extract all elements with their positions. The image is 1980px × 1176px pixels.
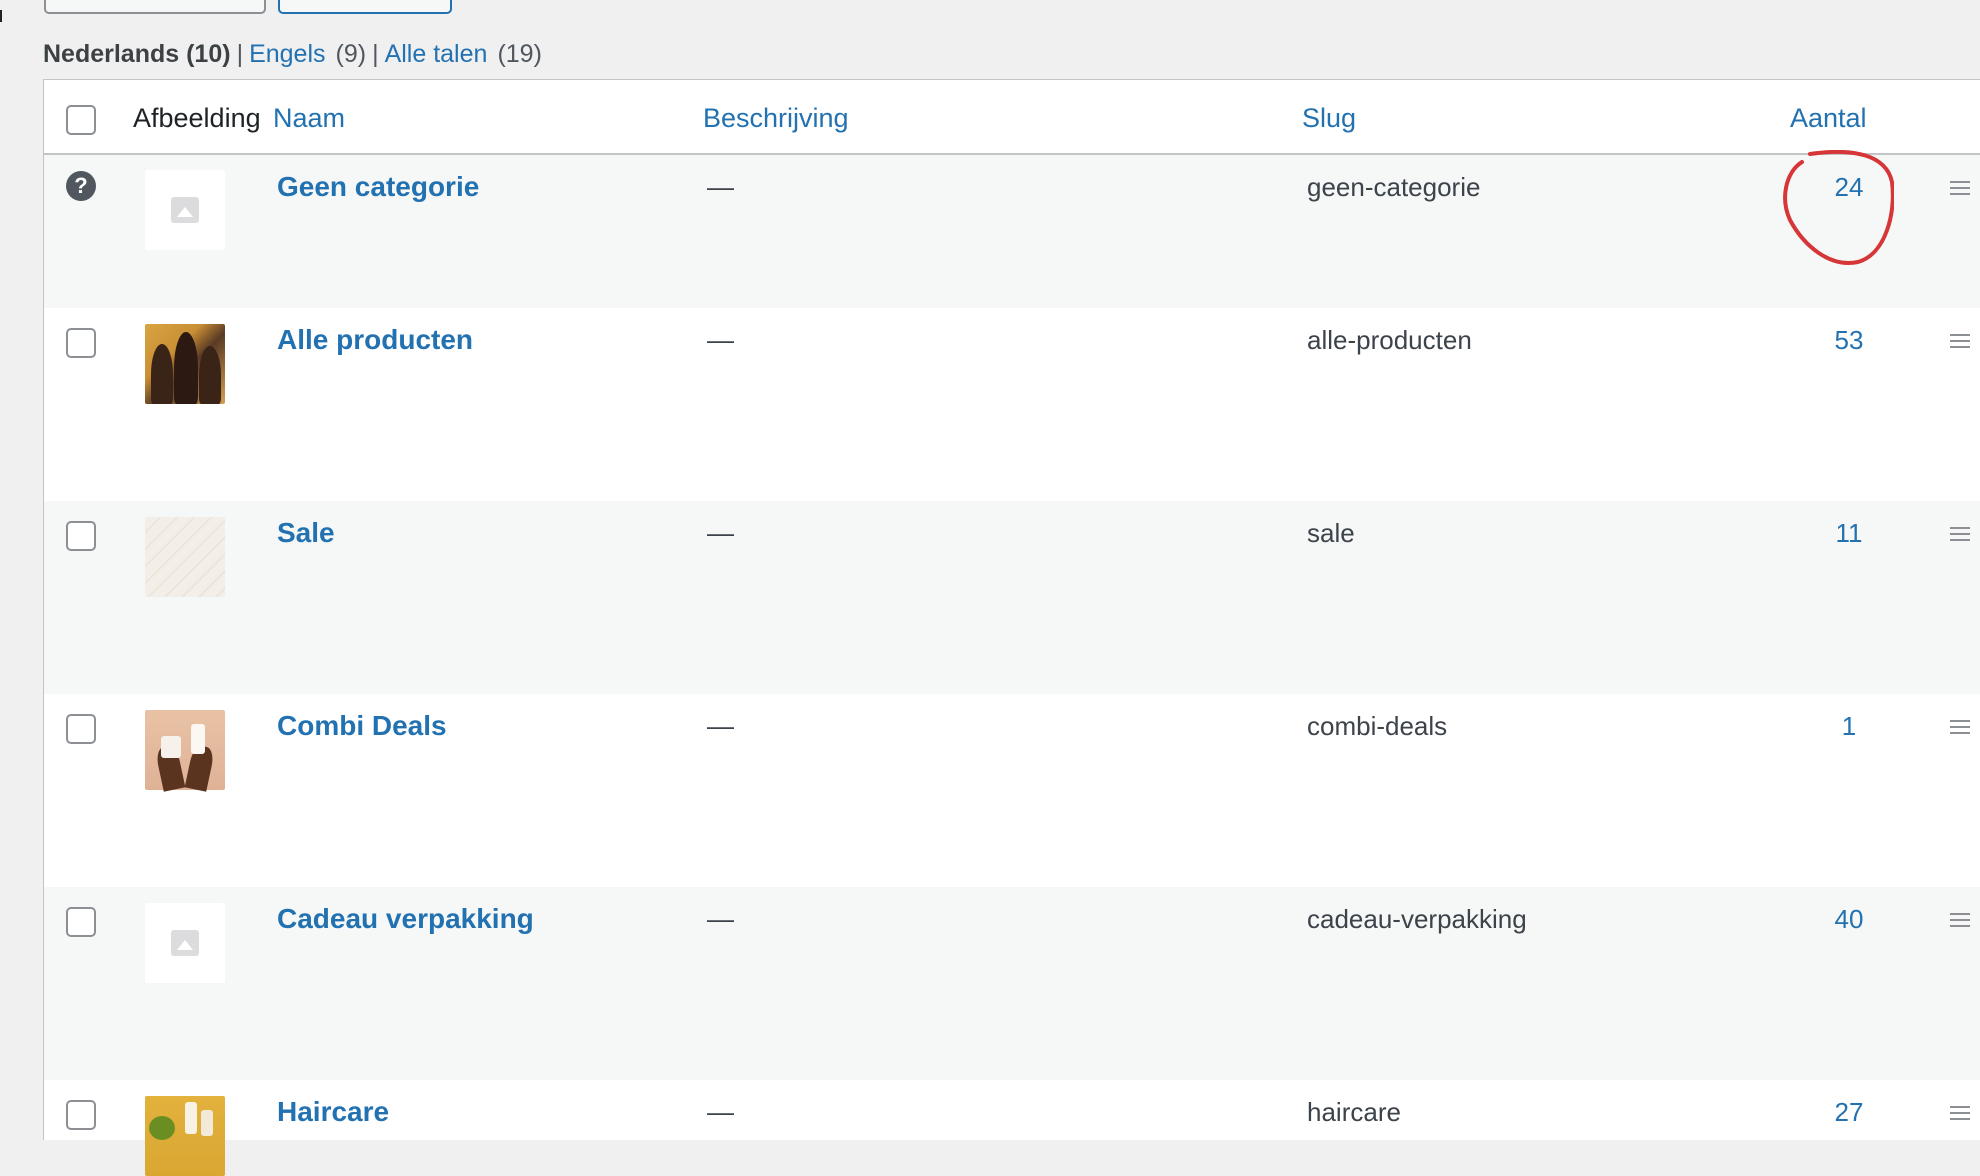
- category-name-link[interactable]: Haircare: [277, 1094, 389, 1130]
- category-slug: haircare: [1307, 1097, 1401, 1127]
- category-name-link[interactable]: Cadeau verpakking: [277, 901, 534, 937]
- separator: |: [236, 40, 244, 68]
- category-thumbnail: [145, 324, 225, 404]
- drag-handle-icon[interactable]: [1950, 334, 1970, 348]
- column-header-image: Afbeelding: [133, 103, 261, 133]
- category-slug: geen-categorie: [1307, 172, 1481, 202]
- drag-handle-icon[interactable]: [1950, 720, 1970, 734]
- category-description: —: [707, 172, 734, 202]
- toolbar-button[interactable]: [44, 0, 266, 14]
- drag-handle-icon[interactable]: [1950, 913, 1970, 927]
- placeholder-image-icon: [145, 170, 225, 250]
- drag-handle-icon[interactable]: [1950, 1106, 1970, 1120]
- edge-mark: [0, 10, 2, 22]
- category-slug: cadeau-verpakking: [1307, 904, 1527, 934]
- category-thumbnail: [145, 710, 225, 792]
- red-circle-annotation: [1783, 150, 1894, 265]
- category-count-link[interactable]: 27: [1824, 1094, 1874, 1130]
- language-link-engels[interactable]: Engels: [249, 40, 325, 68]
- select-all-checkbox[interactable]: [66, 105, 96, 135]
- category-name-link[interactable]: Geen categorie: [277, 169, 479, 205]
- table-row: Haircare — haircare 27: [44, 1080, 1980, 1176]
- row-checkbox[interactable]: [66, 907, 96, 937]
- column-header-count[interactable]: Aantal: [1790, 100, 1867, 136]
- drag-handle-icon[interactable]: [1950, 527, 1970, 541]
- annotation-stroke: [1783, 150, 1894, 265]
- category-name-link[interactable]: Alle producten: [277, 322, 473, 358]
- category-count-link[interactable]: 1: [1824, 708, 1874, 744]
- help-icon[interactable]: ?: [66, 171, 96, 201]
- category-description: —: [707, 518, 734, 548]
- category-slug: alle-producten: [1307, 325, 1472, 355]
- category-description: —: [707, 1097, 734, 1127]
- category-name-link[interactable]: Combi Deals: [277, 708, 447, 744]
- category-count-link[interactable]: 40: [1824, 901, 1874, 937]
- table-row: Alle producten — alle-producten 53: [44, 308, 1980, 501]
- category-count-link[interactable]: 11: [1824, 515, 1874, 551]
- category-thumbnail: [145, 1096, 225, 1176]
- language-current: Nederlands (10): [43, 40, 231, 68]
- toolbar-button-primary[interactable]: [278, 0, 452, 14]
- category-count-link[interactable]: 53: [1824, 322, 1874, 358]
- language-filter: Nederlands (10) | Engels (9) | Alle talen (19): [43, 36, 542, 72]
- drag-handle-icon[interactable]: [1950, 181, 1970, 195]
- category-description: —: [707, 325, 734, 355]
- row-checkbox[interactable]: [66, 1100, 96, 1130]
- language-count: (19): [497, 40, 542, 68]
- category-description: —: [707, 904, 734, 934]
- table-header: Afbeelding Naam Beschrijving Slug Aantal: [44, 80, 1980, 155]
- row-checkbox[interactable]: [66, 714, 96, 744]
- table-row: ? Geen categorie — geen-categorie 24: [44, 155, 1980, 308]
- language-count: (9): [335, 40, 367, 68]
- category-thumbnail: [145, 517, 225, 597]
- column-header-slug[interactable]: Slug: [1302, 100, 1356, 136]
- category-slug: sale: [1307, 518, 1355, 548]
- table-row: Combi Deals — combi-deals 1: [44, 694, 1980, 887]
- categories-table: Afbeelding Naam Beschrijving Slug Aantal…: [43, 79, 1980, 1176]
- column-header-name[interactable]: Naam: [273, 100, 345, 136]
- category-description: —: [707, 711, 734, 741]
- category-slug: combi-deals: [1307, 711, 1448, 741]
- separator: |: [372, 40, 379, 68]
- table-row: Sale — sale 11: [44, 501, 1980, 694]
- row-checkbox[interactable]: [66, 521, 96, 551]
- table-row: Cadeau verpakking — cadeau-verpakking 40: [44, 887, 1980, 1080]
- column-header-description[interactable]: Beschrijving: [703, 100, 849, 136]
- row-checkbox[interactable]: [66, 328, 96, 358]
- language-link-alle-talen[interactable]: Alle talen: [385, 40, 488, 68]
- category-name-link[interactable]: Sale: [277, 515, 335, 551]
- placeholder-image-icon: [145, 903, 225, 983]
